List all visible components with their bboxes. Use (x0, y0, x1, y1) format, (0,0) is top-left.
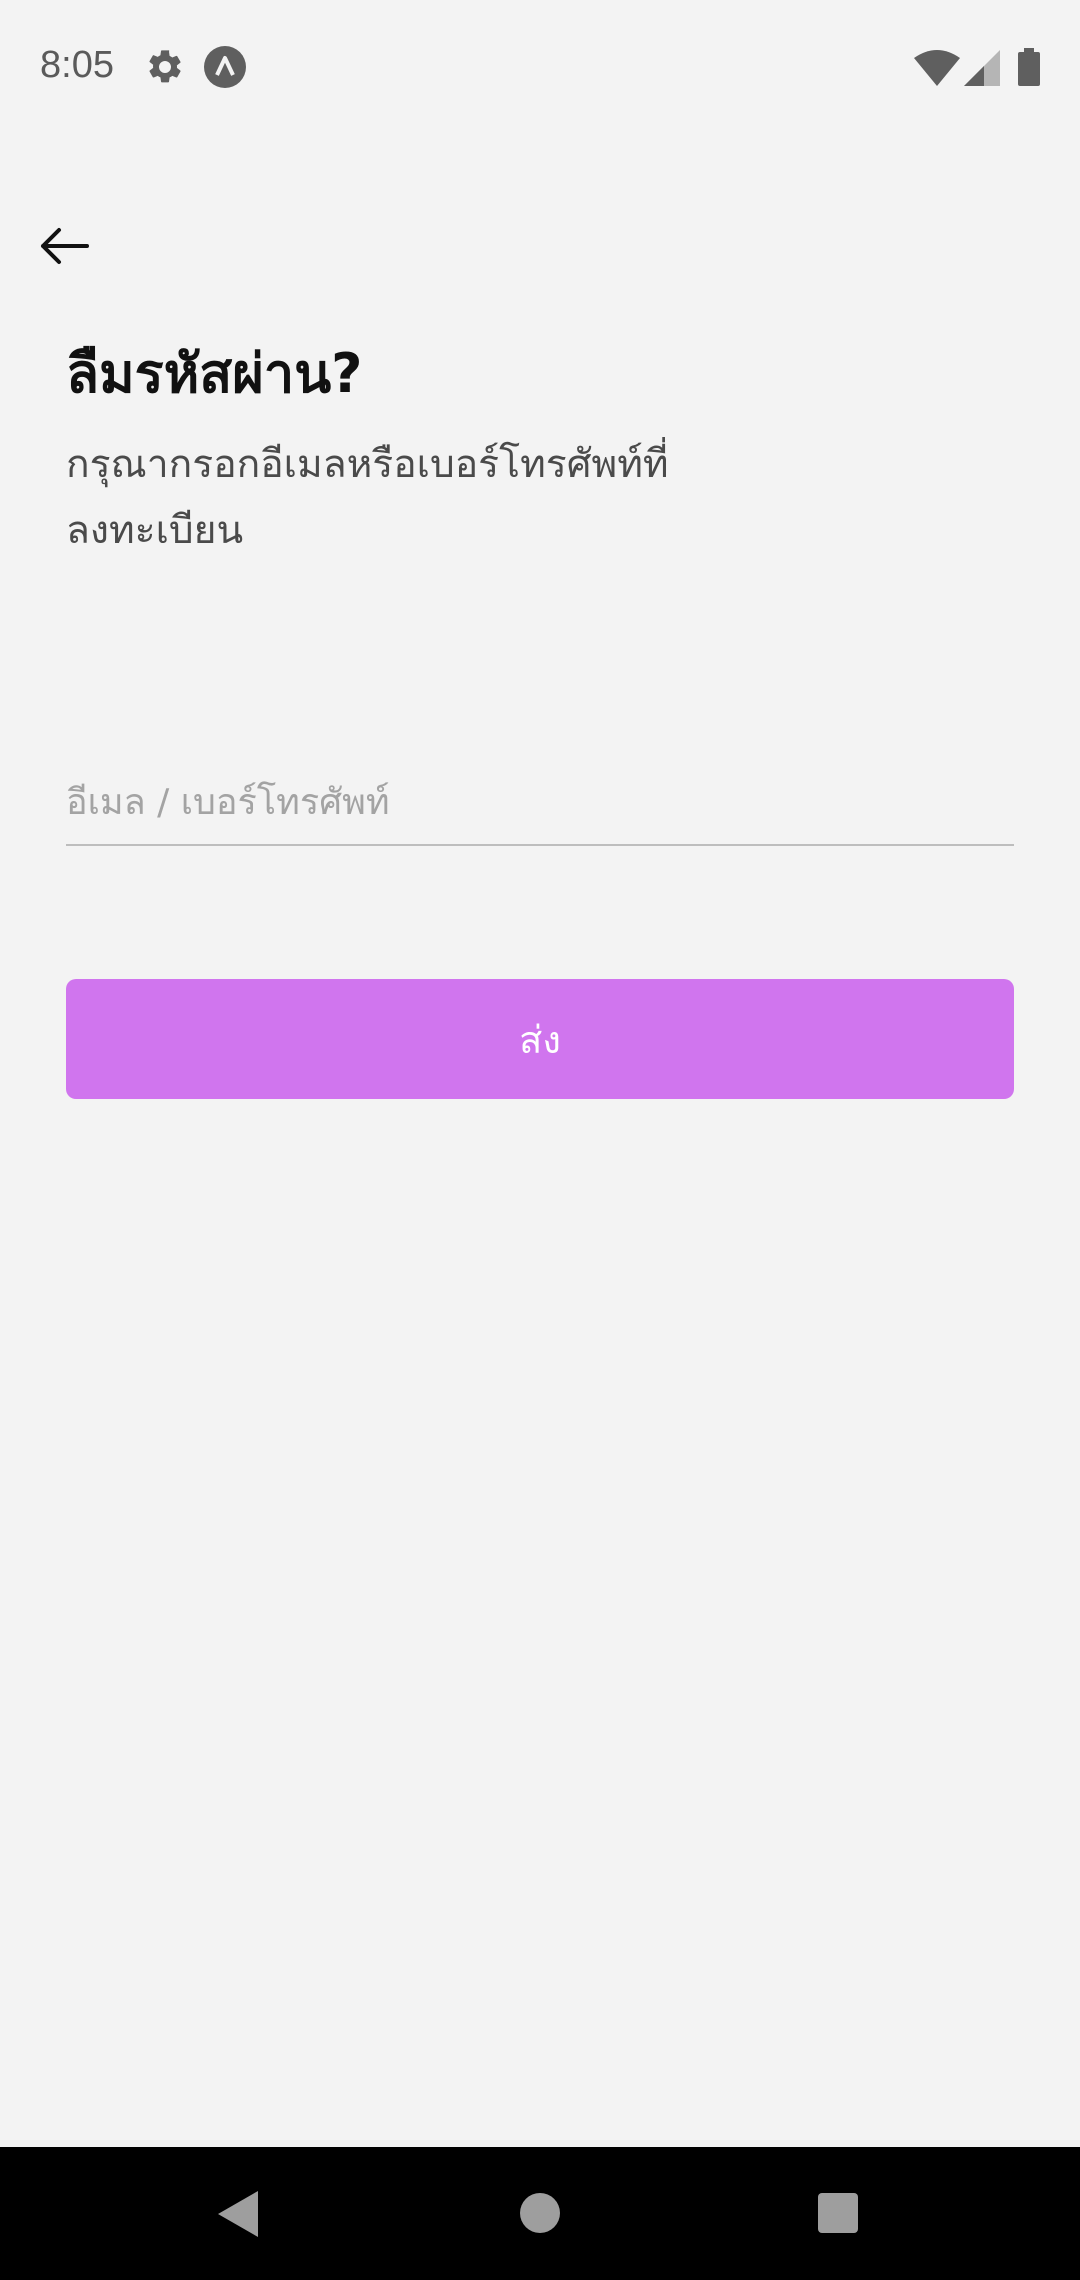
back-button[interactable] (28, 210, 100, 282)
page-title: ลืมรหัสผ่าน? (66, 342, 363, 405)
forgot-password-screen: 8:05 ลืมรหัสผ่าน? กรุณากรอกอีเมลหรือเบอร… (0, 0, 1080, 2280)
email-phone-field-container (66, 770, 1014, 846)
wifi-icon (914, 50, 960, 86)
battery-icon (1018, 48, 1040, 86)
subtitle-line-2: ลงทะเบียน (66, 508, 244, 553)
nav-back-icon[interactable] (216, 2189, 260, 2239)
page-subtitle: กรุณากรอกอีเมลหรือเบอร์โทรศัพท์ที่ ลงทะเ… (66, 432, 766, 564)
gear-icon (149, 50, 181, 83)
arrow-left-icon (41, 228, 89, 264)
nav-recents-icon[interactable] (818, 2193, 858, 2233)
status-bar: 8:05 (0, 0, 1080, 136)
cell-signal-icon (964, 50, 1000, 86)
app-a-icon (204, 46, 246, 88)
submit-button[interactable]: ส่ง (66, 979, 1014, 1099)
status-time: 8:05 (40, 44, 114, 86)
system-navigation-bar (0, 2147, 1080, 2280)
nav-home-icon[interactable] (520, 2193, 560, 2233)
email-phone-input[interactable] (66, 770, 1014, 834)
subtitle-line-1: กรุณากรอกอีเมลหรือเบอร์โทรศัพท์ที่ (66, 442, 669, 487)
